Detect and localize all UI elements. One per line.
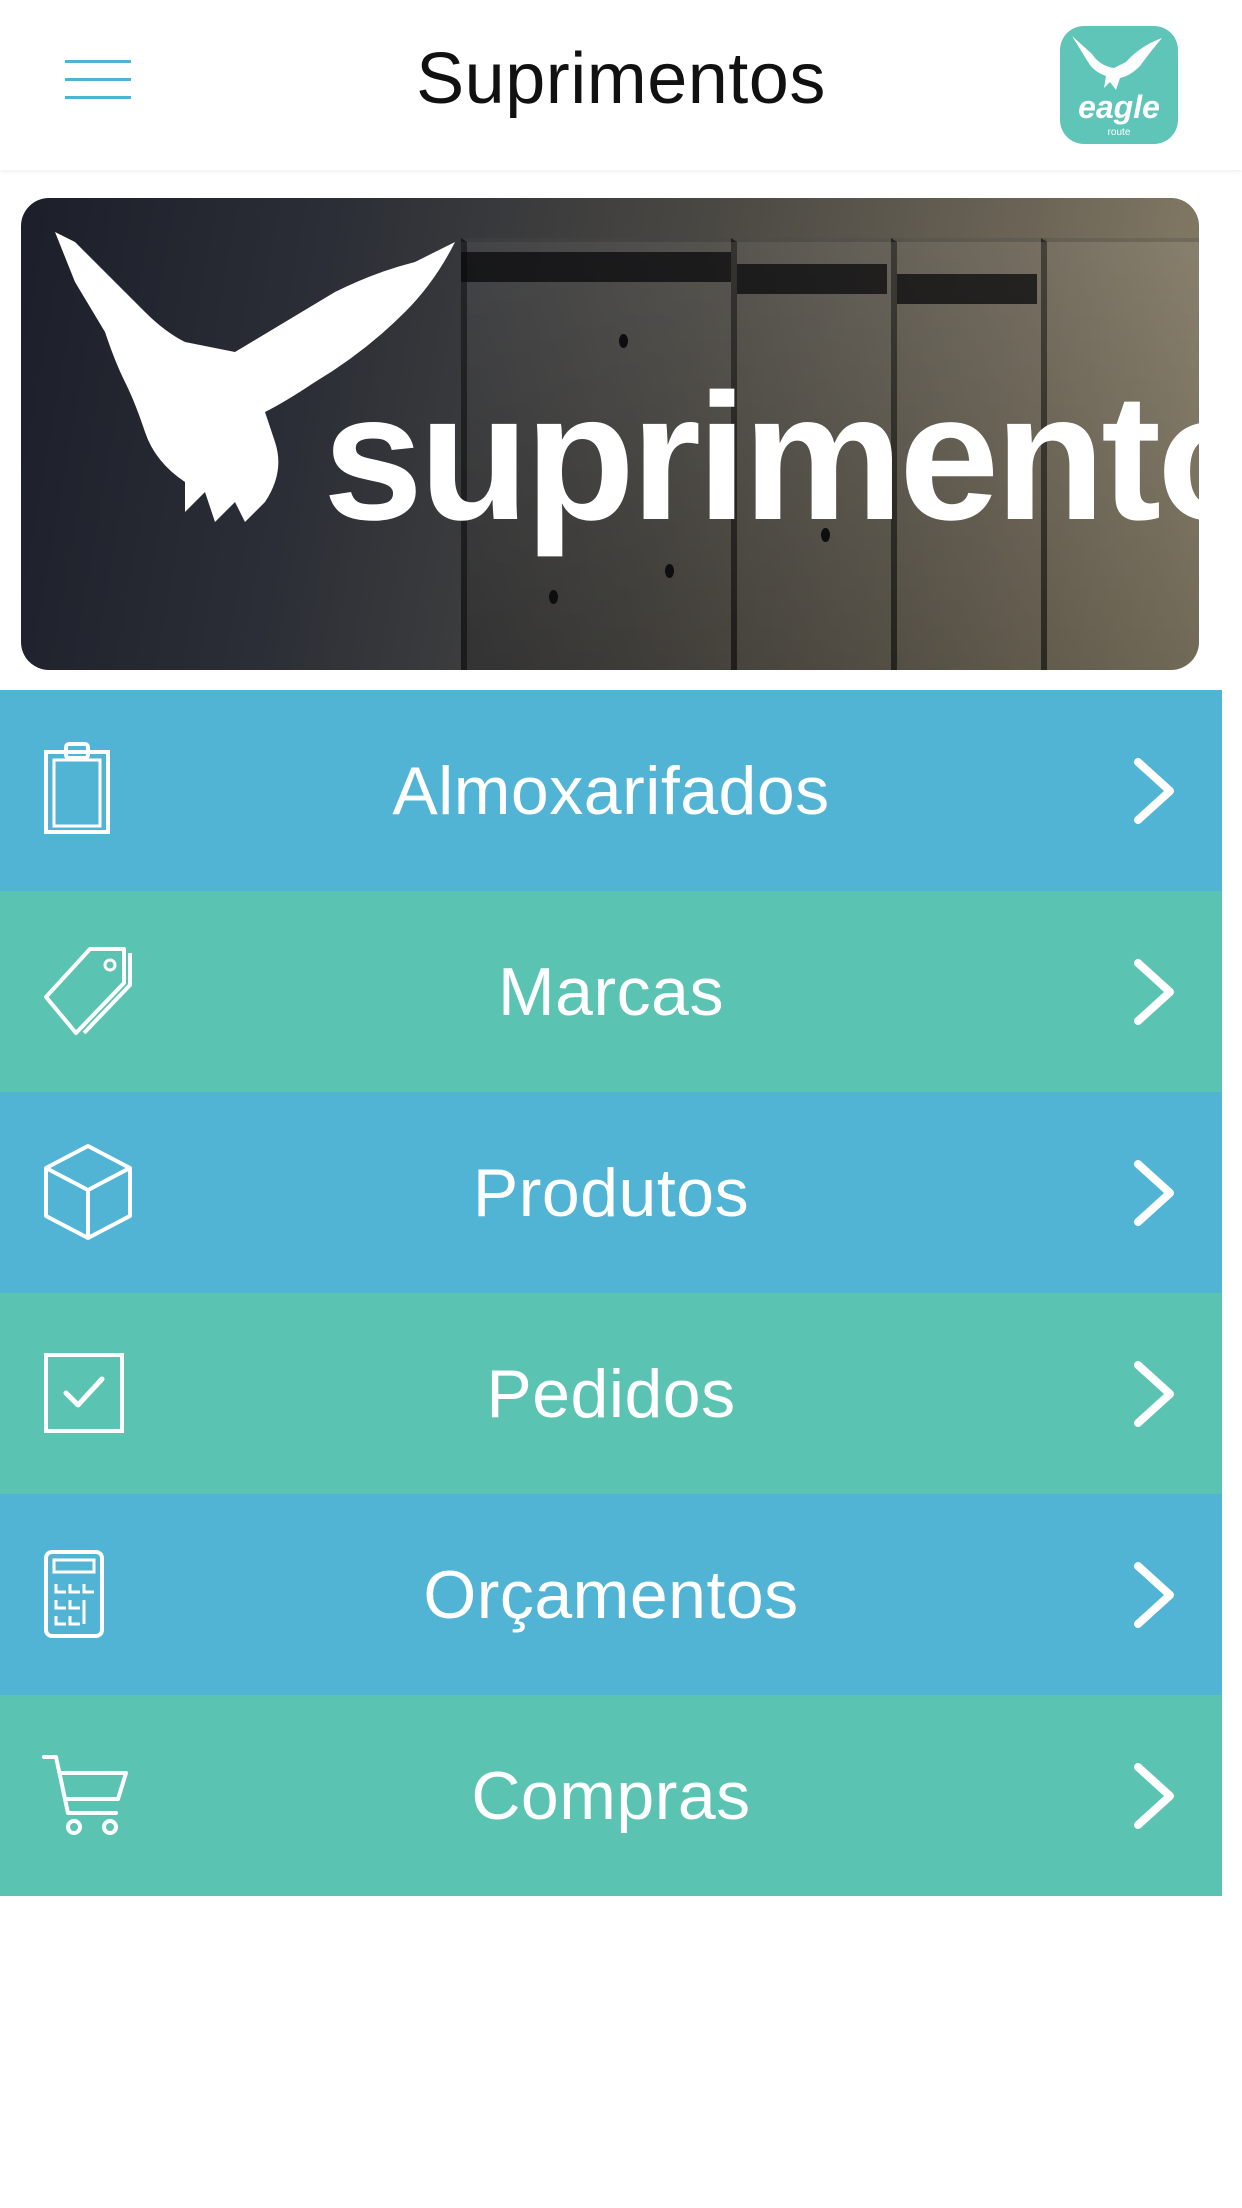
chevron-right-icon	[1134, 758, 1174, 824]
chevron-right-icon	[1134, 1763, 1174, 1829]
menu-item-almoxarifados[interactable]: Almoxarifados	[0, 690, 1222, 891]
menu-item-pedidos[interactable]: Pedidos	[0, 1293, 1222, 1494]
menu-item-label: Orçamentos	[423, 1557, 799, 1633]
menu-item-label: Produtos	[472, 1155, 750, 1231]
logo-text: eagle	[1078, 89, 1160, 125]
chevron-right-icon	[1134, 1361, 1174, 1427]
banner-title: suprimentos	[323, 357, 1199, 558]
menu-item-label: Compras	[471, 1758, 751, 1834]
menu-item-orcamentos[interactable]: Orçamentos	[0, 1494, 1222, 1695]
mailbox-screw	[665, 564, 674, 578]
mailbox-lock	[619, 334, 628, 348]
mailbox-slot	[737, 264, 887, 294]
eagle-route-logo[interactable]: eagle route	[1060, 26, 1178, 144]
header-bar: Suprimentos eagle route	[0, 0, 1242, 170]
menu-item-label: Marcas	[498, 954, 724, 1030]
menu-item-label: Pedidos	[486, 1356, 736, 1432]
mailbox-screw	[549, 590, 558, 604]
logo-subtext: route	[1107, 127, 1131, 138]
eagle-icon	[1072, 36, 1162, 90]
menu-item-marcas[interactable]: Marcas	[0, 891, 1222, 1092]
menu-item-compras[interactable]: Compras	[0, 1695, 1222, 1896]
menu-item-produtos[interactable]: Produtos	[0, 1092, 1222, 1293]
menu-list: Almoxarifados Marcas Produtos Pedidos Or…	[0, 690, 1222, 1896]
menu-item-label: Almoxarifados	[392, 753, 830, 829]
chevron-right-icon	[1134, 1562, 1174, 1628]
page-title: Suprimentos	[416, 39, 826, 119]
mailbox-slot	[461, 252, 731, 282]
suprimentos-banner: suprimentos	[21, 198, 1199, 670]
chevron-right-icon	[1134, 959, 1174, 1025]
mailbox-slot	[897, 274, 1037, 304]
chevron-right-icon	[1134, 1160, 1174, 1226]
